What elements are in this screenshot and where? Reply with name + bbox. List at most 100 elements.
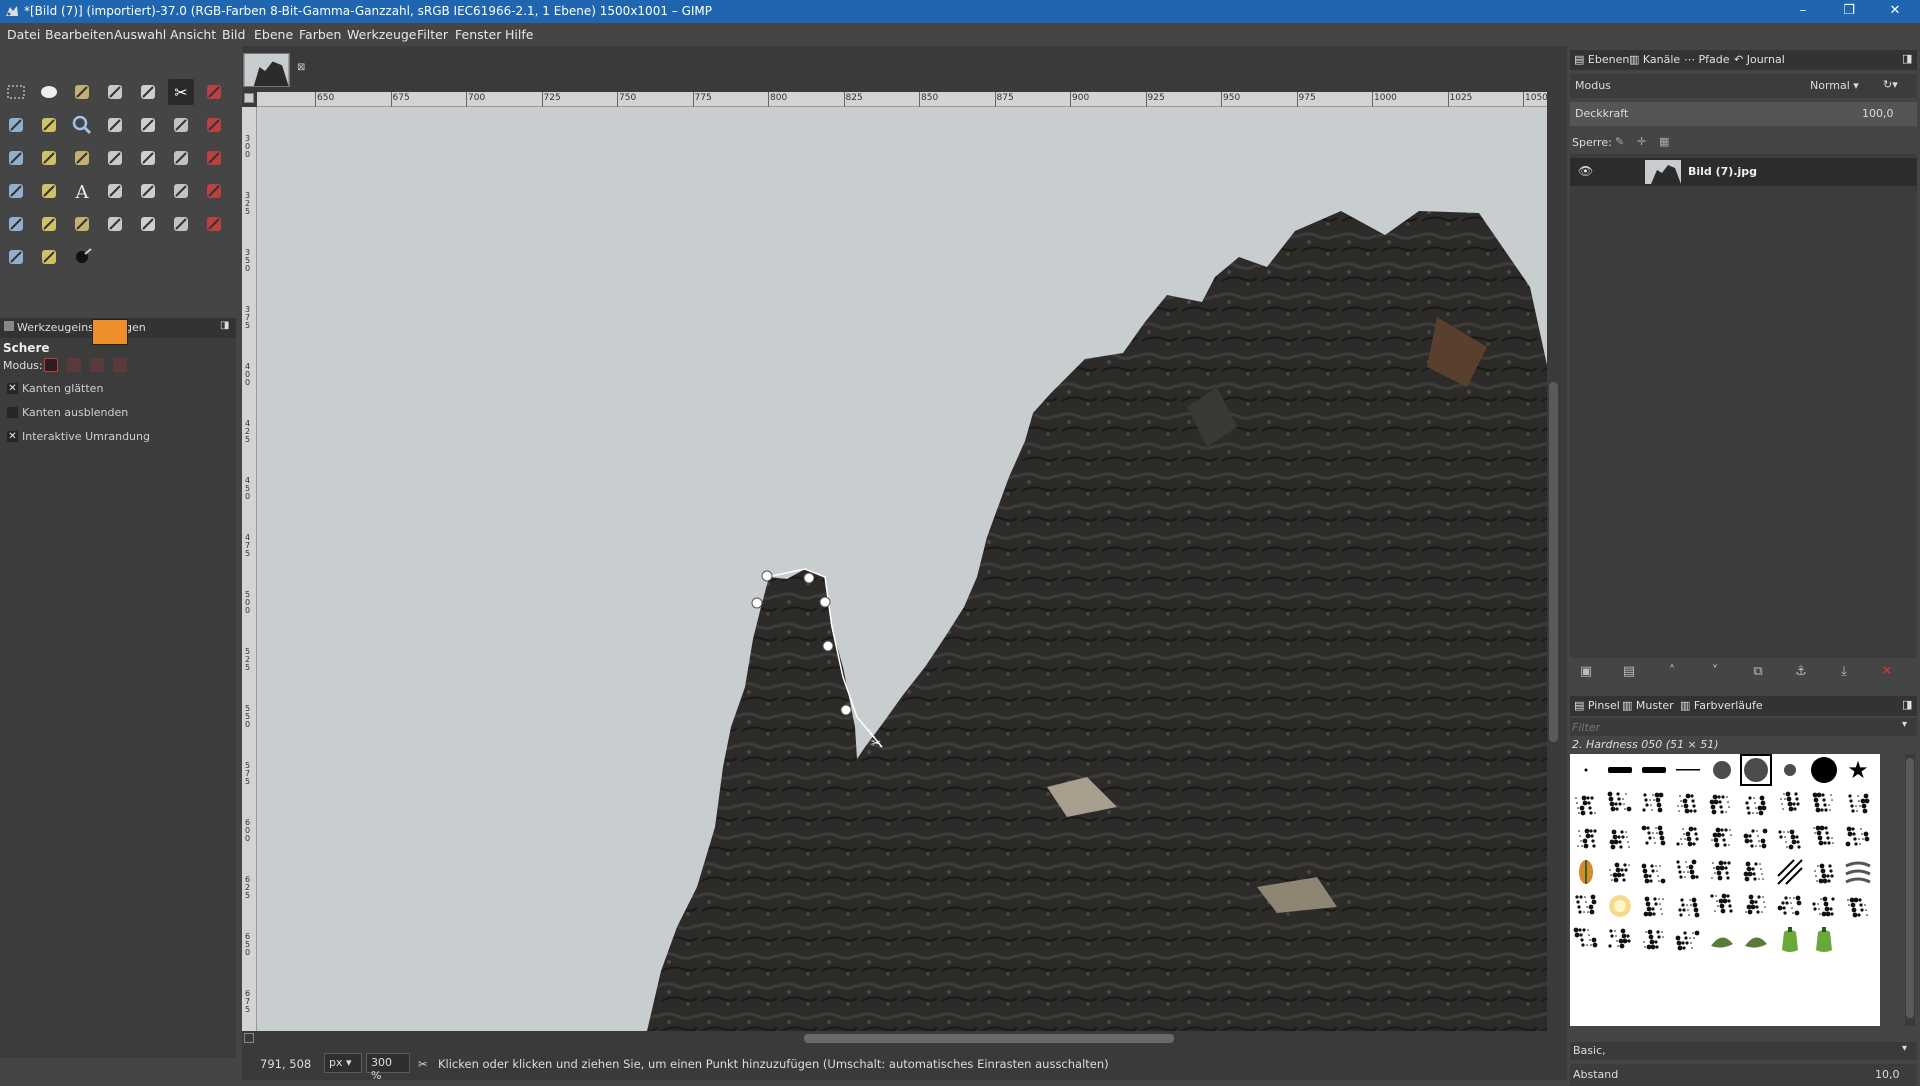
brush-thumbnail[interactable]: [1606, 790, 1634, 818]
ink-icon[interactable]: [69, 211, 95, 237]
unit-select[interactable]: px ▾: [324, 1053, 362, 1073]
brush-thumbnail[interactable]: [1640, 824, 1668, 852]
brush-filter-input[interactable]: [1572, 719, 1892, 735]
vertical-scrollbar[interactable]: [1547, 107, 1560, 1031]
menu-farben[interactable]: Farben: [299, 27, 341, 42]
select-by-color-icon[interactable]: [135, 79, 161, 105]
scissors-select-icon[interactable]: ✂: [168, 79, 194, 105]
mode-reset-icon[interactable]: ↻▾: [1883, 78, 1898, 91]
antialias-checkbox[interactable]: ✕: [7, 383, 18, 394]
rotate-icon[interactable]: [36, 145, 62, 171]
tab-muster[interactable]: ▥ Muster: [1622, 699, 1674, 712]
brush-thumbnail[interactable]: [1674, 892, 1702, 920]
navigate-button[interactable]: [244, 1033, 254, 1043]
clone-icon[interactable]: [135, 211, 161, 237]
eraser-icon[interactable]: [3, 211, 29, 237]
vertical-ruler[interactable]: 300 325 350 375 400 425 450 475 500 525 550 575 600 6…: [242, 107, 257, 1031]
brush-grid-scrollbar[interactable]: [1905, 754, 1915, 1026]
brush-thumbnail[interactable]: [1742, 790, 1770, 818]
menu-bearbeiten[interactable]: Bearbeiten: [45, 27, 114, 42]
zoom-select[interactable]: 300 %: [366, 1053, 410, 1082]
pencil-icon[interactable]: [168, 178, 194, 204]
brush-thumbnail[interactable]: [1606, 756, 1634, 784]
brush-thumbnail[interactable]: [1572, 858, 1600, 886]
crop-icon[interactable]: [201, 112, 227, 138]
mypaint-icon[interactable]: [102, 211, 128, 237]
move-icon[interactable]: [3, 112, 29, 138]
brush-thumbnail[interactable]: [1674, 824, 1702, 852]
mode-add-icon[interactable]: [67, 358, 81, 372]
close-window-button[interactable]: ✕: [1872, 0, 1918, 23]
anchor-layer-icon[interactable]: ⚓: [1791, 662, 1811, 682]
brush-thumbnail[interactable]: [1606, 892, 1634, 920]
brush-thumbnail[interactable]: [1572, 892, 1600, 920]
fuzzy-select-icon[interactable]: [102, 79, 128, 105]
brush-thumbnail[interactable]: [1572, 824, 1600, 852]
mode-subtract-icon[interactable]: [90, 358, 104, 372]
lock-alpha-icon[interactable]: ▦: [1659, 135, 1669, 148]
brush-thumbnail[interactable]: [1776, 858, 1804, 886]
brush-thumbnail[interactable]: [1640, 790, 1668, 818]
brush-thumbnail[interactable]: [1606, 824, 1634, 852]
brush-thumbnail[interactable]: [1640, 756, 1668, 784]
brush-thumbnail[interactable]: [1742, 926, 1770, 954]
tab-ebenen[interactable]: ▤ Ebenen: [1574, 53, 1629, 66]
align-icon[interactable]: [168, 112, 194, 138]
warp-icon[interactable]: [3, 178, 29, 204]
brush-thumbnail[interactable]: [1810, 790, 1838, 818]
close-image-tab-icon[interactable]: ⊠: [297, 62, 305, 73]
brush-thumbnail[interactable]: [1810, 858, 1838, 886]
raise-layer-icon[interactable]: ˄: [1662, 662, 1682, 682]
menu-auswahl[interactable]: Auswahl: [114, 27, 166, 42]
brush-thumbnail[interactable]: [1572, 926, 1600, 954]
lower-layer-icon[interactable]: ˅: [1705, 662, 1725, 682]
opacity-value[interactable]: 100,0: [1862, 107, 1894, 120]
brush-thumbnail[interactable]: [1674, 926, 1702, 954]
tab-farbverlaeufe[interactable]: ▥ Farbverläufe: [1680, 699, 1763, 712]
menu-ebene[interactable]: Ebene: [254, 27, 293, 42]
horizontal-ruler[interactable]: 650 675 700 725 750 775 800 825 850 875 900 925 950 9…: [257, 92, 1548, 107]
brush-thumbnail[interactable]: [1708, 824, 1736, 852]
duplicate-layer-icon[interactable]: ⧉: [1748, 662, 1768, 682]
tab-pinsel[interactable]: ▤ Pinsel: [1574, 699, 1620, 712]
brush-thumbnail[interactable]: [1708, 926, 1736, 954]
brush-grid[interactable]: ★: [1570, 754, 1880, 1026]
maximize-button[interactable]: ❐: [1826, 0, 1872, 23]
menu-hilfe[interactable]: Hilfe: [505, 27, 533, 42]
eyedropper-icon[interactable]: [36, 112, 62, 138]
menu-werkzeuge[interactable]: Werkzeuge: [347, 27, 417, 42]
measure-icon[interactable]: [102, 112, 128, 138]
unified-transform-icon[interactable]: [3, 145, 29, 171]
brush-thumbnail[interactable]: [1776, 790, 1804, 818]
bucket-fill-icon[interactable]: [102, 178, 128, 204]
feather-checkbox[interactable]: [7, 407, 18, 418]
foreground-color-swatch[interactable]: [92, 319, 128, 345]
brush-thumbnail[interactable]: [1708, 892, 1736, 920]
free-select-icon[interactable]: [69, 79, 95, 105]
layer-row[interactable]: 👁 Bild (7).jpg: [1570, 158, 1917, 186]
lock-pixels-icon[interactable]: ✎: [1615, 135, 1624, 148]
brush-thumbnail[interactable]: [1674, 858, 1702, 886]
smudge-icon[interactable]: [201, 211, 227, 237]
brush-thumbnail[interactable]: [1810, 824, 1838, 852]
crosshair-move-icon[interactable]: [135, 112, 161, 138]
brush-thumbnail[interactable]: [1844, 892, 1872, 920]
color-dot-icon[interactable]: [69, 244, 95, 270]
new-layer-group-icon[interactable]: ▤: [1619, 662, 1639, 682]
menu-datei[interactable]: Datei: [7, 27, 40, 42]
brush-thumbnail[interactable]: [1776, 892, 1804, 920]
eye-icon[interactable]: 👁: [1578, 164, 1593, 178]
new-layer-icon[interactable]: ▣: [1576, 662, 1596, 682]
tab-journal[interactable]: ↶ Journal: [1734, 53, 1785, 66]
brush-thumbnail[interactable]: [1742, 824, 1770, 852]
zoom-icon[interactable]: [69, 112, 95, 138]
opacity-row[interactable]: Deckkraft 100,0: [1570, 102, 1917, 126]
paths-icon[interactable]: [36, 178, 62, 204]
brush-thumbnail[interactable]: [1810, 892, 1838, 920]
dodge-icon[interactable]: [36, 244, 62, 270]
gradient-icon[interactable]: [135, 178, 161, 204]
preset-dropdown-icon[interactable]: ▾: [1902, 1043, 1907, 1054]
menu-ansicht[interactable]: Ansicht: [170, 27, 216, 42]
scale-icon[interactable]: [69, 145, 95, 171]
brush-thumbnail[interactable]: [1640, 858, 1668, 886]
